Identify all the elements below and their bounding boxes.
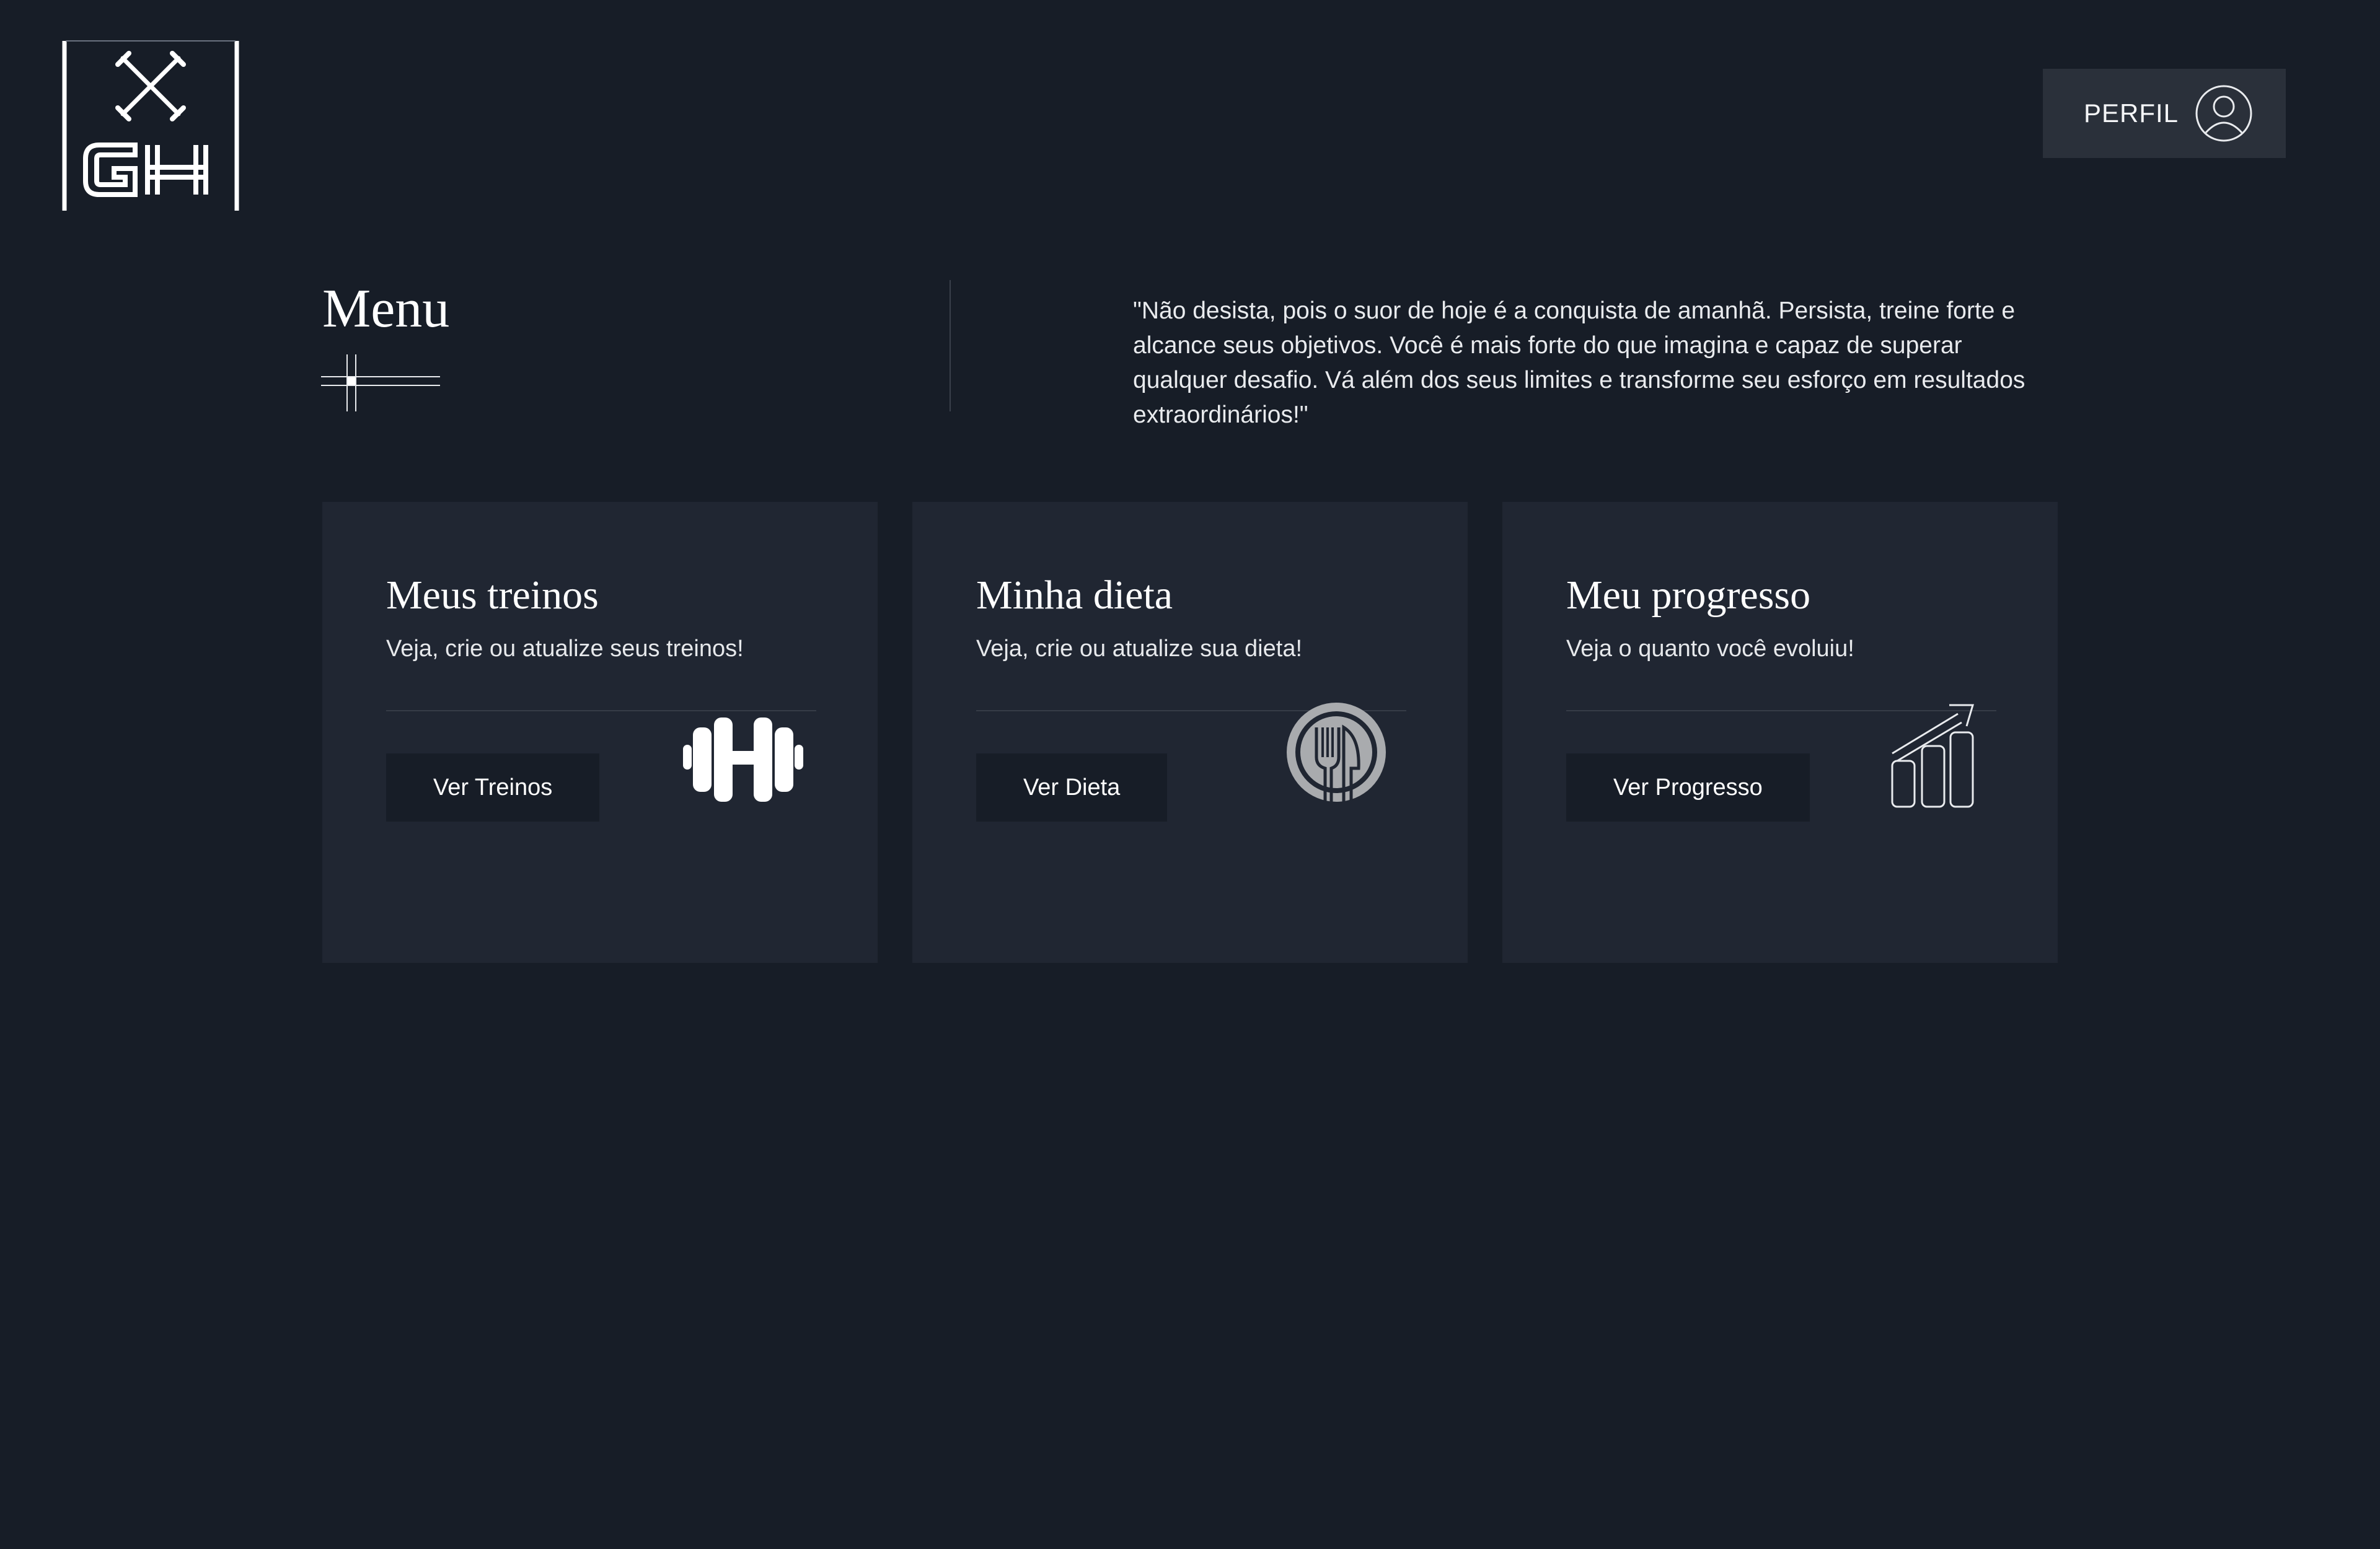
ver-progresso-button[interactable]: Ver Progresso <box>1566 753 1810 822</box>
card-subtitle: Veja, crie ou atualize seus treinos! <box>386 636 744 662</box>
card-title: Minha dieta <box>976 573 1173 618</box>
profile-button-label: PERFIL <box>2084 99 2179 128</box>
title-ornament <box>321 354 443 411</box>
card-title: Meus treinos <box>386 573 599 618</box>
card-title: Meu progresso <box>1566 573 1811 618</box>
ver-dieta-button[interactable]: Ver Dieta <box>976 753 1168 822</box>
card-subtitle: Veja o quanto você evoluiu! <box>1566 636 1854 662</box>
profile-button[interactable]: PERFIL <box>2043 69 2286 158</box>
plate-fork-knife-icon <box>1284 700 1388 824</box>
card-progresso: Meu progresso Veja o quanto você evoluiu… <box>1502 502 2058 963</box>
card-dieta: Minha dieta Veja, crie ou atualize sua d… <box>912 502 1468 963</box>
card-divider <box>386 710 816 711</box>
page-title: Menu <box>322 279 450 339</box>
card-subtitle: Veja, crie ou atualize sua dieta! <box>976 636 1303 662</box>
header-divider <box>950 280 951 411</box>
ver-treinos-button[interactable]: Ver Treinos <box>386 753 600 822</box>
crossed-dumbbells-icon <box>62 40 239 211</box>
motivational-quote: "Não desista, pois o suor de hoje é a co… <box>1133 297 2025 428</box>
card-treinos: Meus treinos Veja, crie ou atualize seus… <box>322 502 878 963</box>
growth-chart-icon <box>1890 701 1977 808</box>
user-circle-icon <box>2195 84 2253 143</box>
dumbbell-icon <box>682 716 804 803</box>
gh-logo[interactable] <box>61 40 240 211</box>
